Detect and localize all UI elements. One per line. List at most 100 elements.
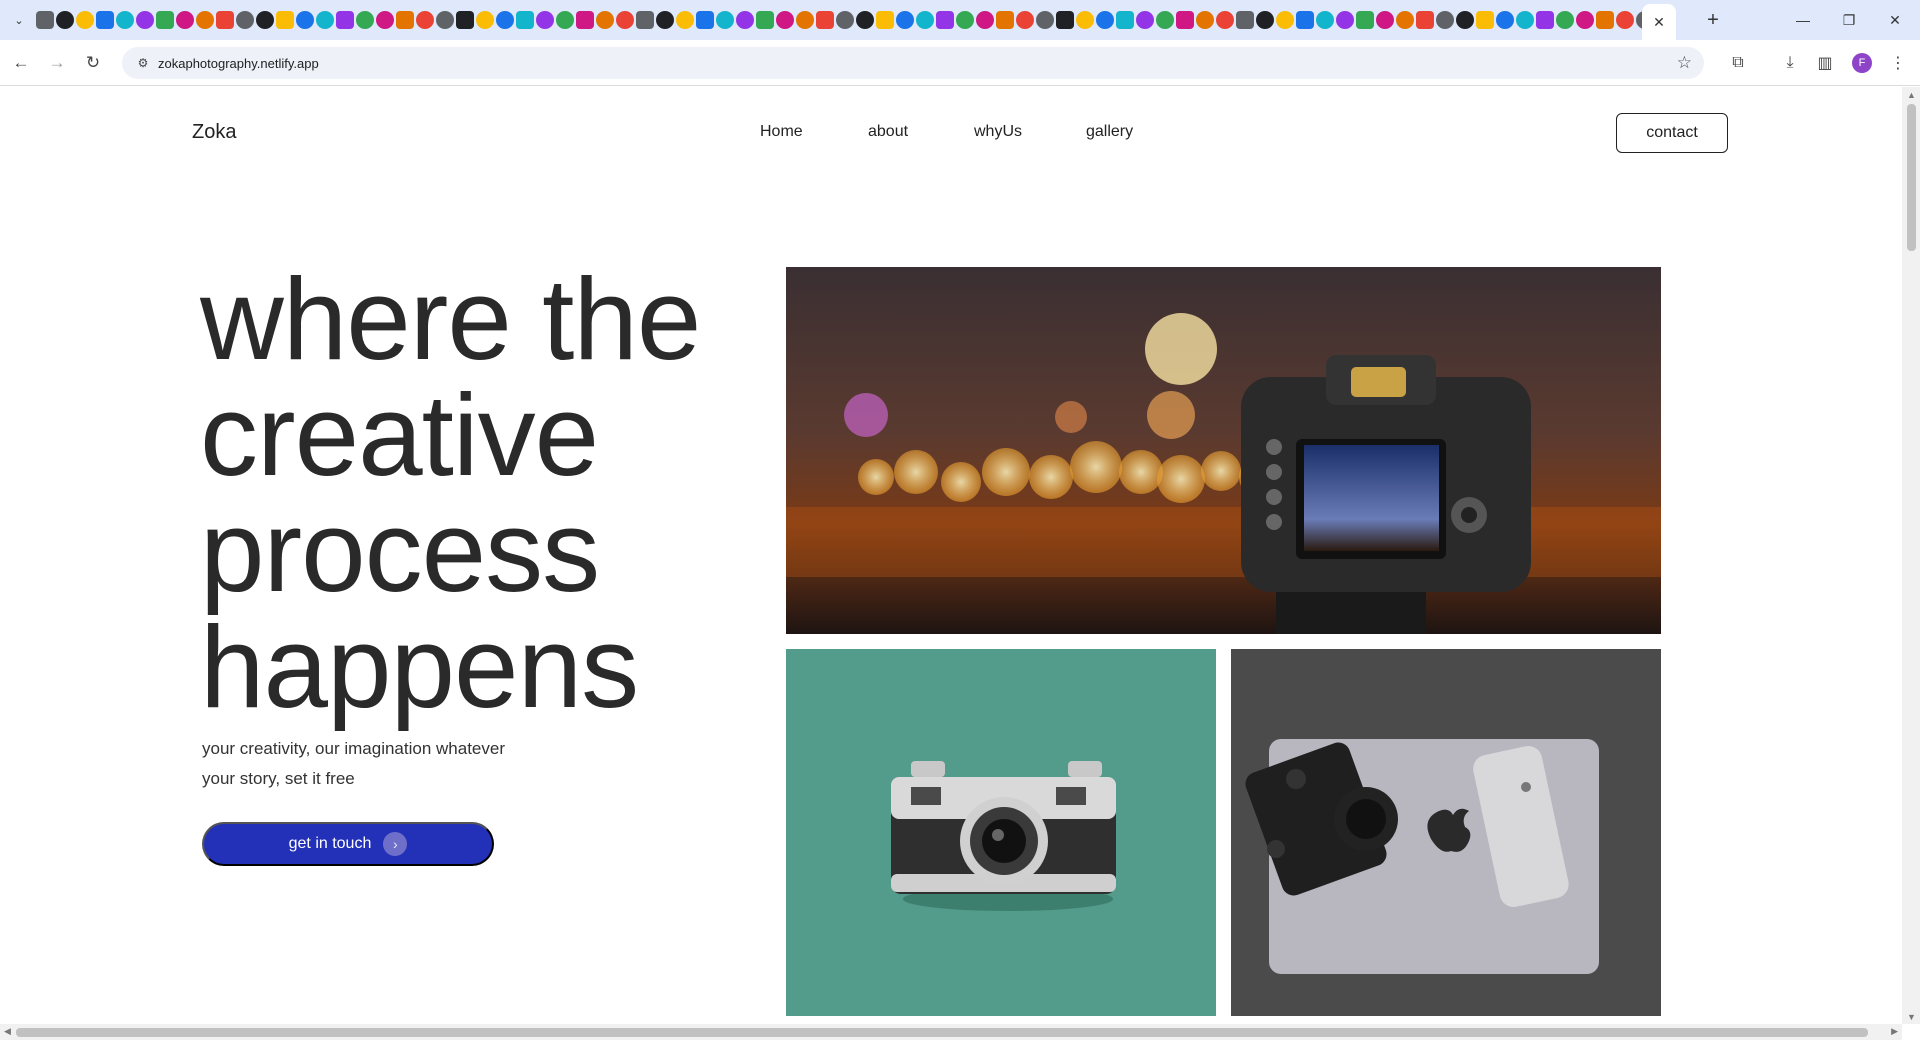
tab-favicon-icon[interactable] — [816, 11, 834, 29]
tab-favicon-icon[interactable] — [896, 11, 914, 29]
side-panel-icon[interactable]: ▥ — [1813, 51, 1837, 75]
tab-favicon-icon[interactable] — [1016, 11, 1034, 29]
tab-favicon-icon[interactable] — [716, 11, 734, 29]
tab-favicon-icon[interactable] — [496, 11, 514, 29]
scroll-right-arrow-icon[interactable]: ▶ — [1891, 1026, 1898, 1037]
tab-favicon-icon[interactable] — [956, 11, 974, 29]
tab-favicon-icon[interactable] — [936, 11, 954, 29]
tab-favicon-icon[interactable] — [136, 11, 154, 29]
tab-favicon-icon[interactable] — [976, 11, 994, 29]
tab-favicon-icon[interactable] — [1416, 11, 1434, 29]
tab-favicon-icon[interactable] — [436, 11, 454, 29]
tab-favicon-icon[interactable] — [1336, 11, 1354, 29]
tab-favicon-icon[interactable] — [656, 11, 674, 29]
tab-favicon-icon[interactable] — [1556, 11, 1574, 29]
extensions-icon[interactable]: ⧉ — [1726, 51, 1750, 75]
window-close-button[interactable]: ✕ — [1872, 6, 1918, 34]
vertical-scroll-thumb[interactable] — [1907, 104, 1916, 251]
tab-favicon-icon[interactable] — [1596, 11, 1614, 29]
tab-favicon-icon[interactable] — [156, 11, 174, 29]
tab-favicon-icon[interactable] — [216, 11, 234, 29]
tab-favicon-icon[interactable] — [356, 11, 374, 29]
tab-favicon-icon[interactable] — [1096, 11, 1114, 29]
vertical-scrollbar[interactable]: ▲ ▼ — [1902, 87, 1920, 1024]
url-text[interactable]: zokaphotography.netlify.app — [158, 56, 319, 71]
tab-favicon-icon[interactable] — [1376, 11, 1394, 29]
tab-favicon-icon[interactable] — [196, 11, 214, 29]
nav-link-whyus[interactable]: whyUs — [974, 123, 1022, 141]
scroll-left-arrow-icon[interactable]: ◀ — [4, 1026, 11, 1037]
tab-favicon-icon[interactable] — [1296, 11, 1314, 29]
bookmark-star-icon[interactable]: ☆ — [1677, 53, 1692, 73]
tab-favicon-icon[interactable] — [1116, 11, 1134, 29]
tab-favicon-icon[interactable] — [1216, 11, 1234, 29]
tab-favicon-icon[interactable] — [1436, 11, 1454, 29]
tab-favicon-icon[interactable] — [1156, 11, 1174, 29]
tab-favicon-icon[interactable] — [1196, 11, 1214, 29]
tab-favicon-icon[interactable] — [456, 11, 474, 29]
brand-logo[interactable]: Zoka — [192, 121, 236, 144]
tab-favicon-icon[interactable] — [836, 11, 854, 29]
tab-favicon-icon[interactable] — [1136, 11, 1154, 29]
tab-favicon-icon[interactable] — [1076, 11, 1094, 29]
get-in-touch-button[interactable]: get in touch › — [202, 822, 494, 866]
nav-link-gallery[interactable]: gallery — [1086, 123, 1133, 141]
minimize-button[interactable]: — — [1780, 6, 1826, 34]
tab-favicon-icon[interactable] — [176, 11, 194, 29]
tab-favicon-icon[interactable] — [1356, 11, 1374, 29]
tab-favicon-icon[interactable] — [476, 11, 494, 29]
tab-favicon-icon[interactable] — [1276, 11, 1294, 29]
more-menu-icon[interactable]: ⋮ — [1886, 51, 1910, 75]
tab-favicon-icon[interactable] — [396, 11, 414, 29]
tab-favicon-icon[interactable] — [296, 11, 314, 29]
active-tab[interactable]: ✕ — [1642, 4, 1676, 40]
tab-favicon-icon[interactable] — [576, 11, 594, 29]
tab-favicon-icon[interactable] — [856, 11, 874, 29]
tab-favicon-icon[interactable] — [1456, 11, 1474, 29]
tab-favicon-icon[interactable] — [1236, 11, 1254, 29]
tab-favicon-icon[interactable] — [696, 11, 714, 29]
site-info-icon[interactable]: ⚙ — [134, 54, 152, 72]
download-icon[interactable]: ⤓ — [1778, 51, 1802, 75]
tab-favicon-icon[interactable] — [996, 11, 1014, 29]
tab-favicon-icon[interactable] — [1476, 11, 1494, 29]
tab-favicon-icon[interactable] — [756, 11, 774, 29]
tab-favicon-icon[interactable] — [1316, 11, 1334, 29]
tab-favicon-icon[interactable] — [596, 11, 614, 29]
contact-button[interactable]: contact — [1616, 113, 1728, 153]
tab-favicon-icon[interactable] — [556, 11, 574, 29]
tab-favicon-icon[interactable] — [376, 11, 394, 29]
tab-favicon-icon[interactable] — [1616, 11, 1634, 29]
tab-favicon-icon[interactable] — [96, 11, 114, 29]
tab-favicon-icon[interactable] — [276, 11, 294, 29]
tab-favicon-icon[interactable] — [636, 11, 654, 29]
new-tab-button[interactable]: + — [1700, 8, 1726, 32]
nav-link-about[interactable]: about — [868, 123, 908, 141]
scroll-up-arrow-icon[interactable]: ▲ — [1907, 90, 1916, 100]
tab-favicon-icon[interactable] — [736, 11, 754, 29]
tab-favicon-icon[interactable] — [1536, 11, 1554, 29]
tab-favicon-icon[interactable] — [536, 11, 554, 29]
tab-favicon-icon[interactable] — [916, 11, 934, 29]
scroll-down-arrow-icon[interactable]: ▼ — [1907, 1012, 1916, 1022]
close-icon[interactable]: ✕ — [1653, 14, 1665, 31]
tab-favicon-icon[interactable] — [1176, 11, 1194, 29]
tab-favicon-icon[interactable] — [416, 11, 434, 29]
tab-favicon-icon[interactable] — [1516, 11, 1534, 29]
tab-favicon-icon[interactable] — [1576, 11, 1594, 29]
tab-favicon-icon[interactable] — [1036, 11, 1054, 29]
tab-favicon-icon[interactable] — [336, 11, 354, 29]
tab-favicon-icon[interactable] — [56, 11, 74, 29]
nav-link-home[interactable]: Home — [760, 123, 803, 141]
tab-favicon-icon[interactable] — [256, 11, 274, 29]
back-arrow-icon[interactable]: ← — [8, 50, 34, 76]
tab-favicon-icon[interactable] — [776, 11, 794, 29]
tab-favicon-icon[interactable] — [876, 11, 894, 29]
forward-arrow-icon[interactable]: → — [44, 50, 70, 76]
reload-icon[interactable]: ↻ — [80, 50, 106, 76]
tab-favicon-icon[interactable] — [116, 11, 134, 29]
horizontal-scrollbar[interactable]: ◀ ▶ — [0, 1024, 1902, 1040]
tab-favicon-icon[interactable] — [36, 11, 54, 29]
horizontal-scroll-thumb[interactable] — [16, 1028, 1868, 1037]
tab-favicon-icon[interactable] — [516, 11, 534, 29]
